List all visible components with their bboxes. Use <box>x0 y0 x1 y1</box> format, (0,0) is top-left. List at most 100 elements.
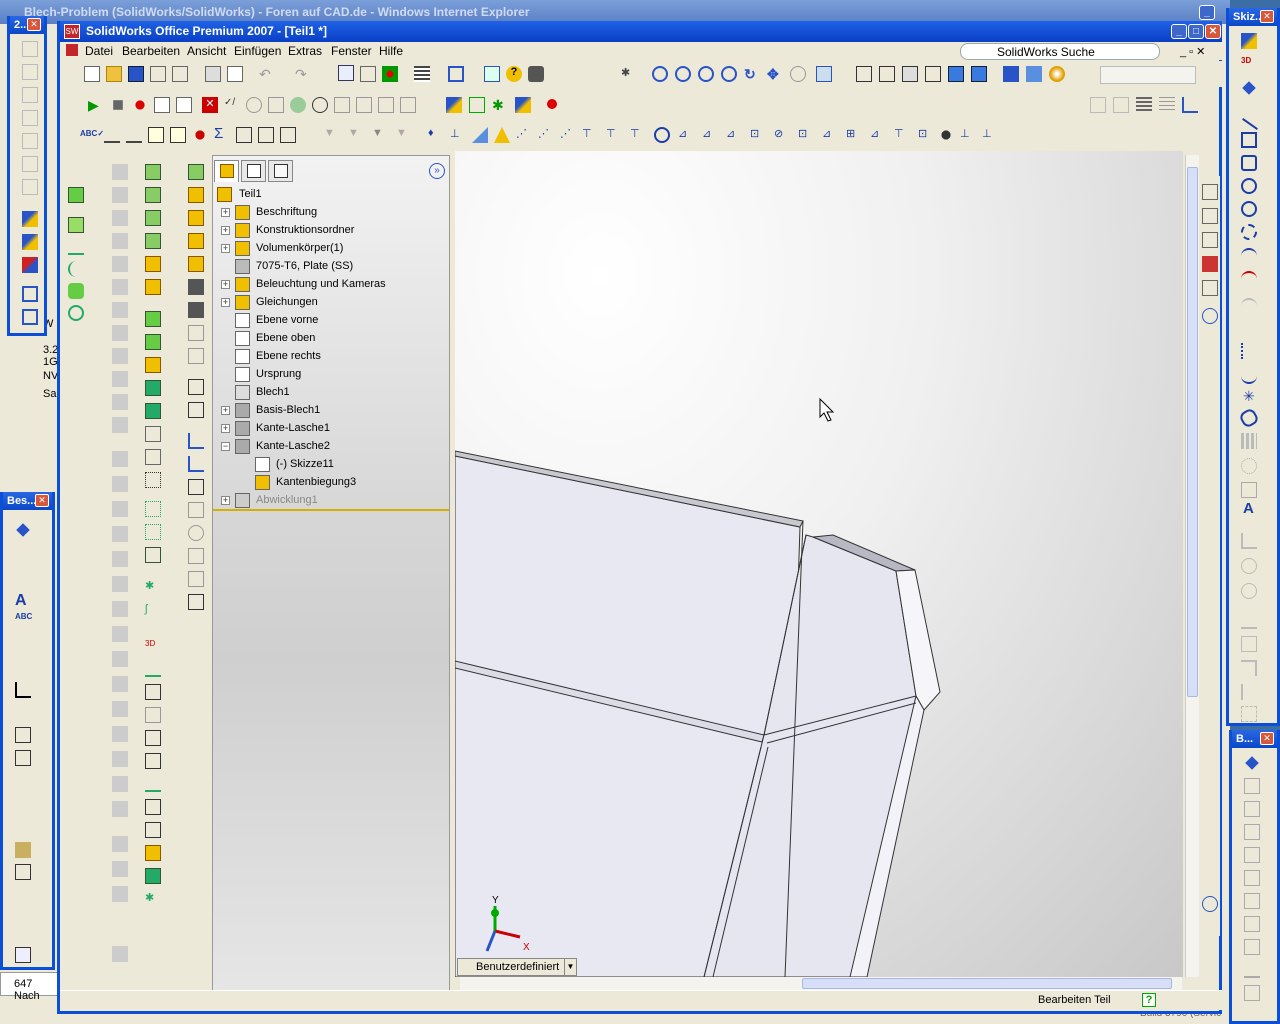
minimize-button[interactable]: _ <box>1171 24 1187 39</box>
record-icon[interactable] <box>132 97 148 113</box>
sketch-icon[interactable] <box>22 211 38 227</box>
pattern-icon[interactable] <box>1241 433 1257 449</box>
drawing-icon[interactable] <box>150 66 166 82</box>
feature-icon[interactable] <box>145 472 161 488</box>
hole-table-icon[interactable] <box>258 127 274 143</box>
horizontal-scroll-thumb[interactable] <box>802 978 1172 989</box>
ordinate-dim-icon[interactable] <box>126 127 142 143</box>
expand-icon[interactable]: + <box>221 280 230 289</box>
addin-icon[interactable] <box>356 97 372 113</box>
menu-einfuegen[interactable]: Einfügen <box>234 44 281 58</box>
sketch-icon[interactable] <box>22 234 38 250</box>
filter-icon[interactable]: ▼ <box>396 127 412 143</box>
sheet-metal-icon[interactable] <box>112 233 128 249</box>
sketch-icon[interactable] <box>446 97 462 113</box>
feature-icon[interactable] <box>188 187 204 203</box>
perimeter-circle-icon[interactable] <box>1241 201 1257 217</box>
rebuild-icon[interactable] <box>382 66 398 82</box>
macro-var-icon[interactable]: ✓/ <box>224 97 240 113</box>
filter-icon[interactable]: ⊥ <box>960 127 976 143</box>
tab-property-manager[interactable] <box>241 160 266 182</box>
hidden-lines-visible-icon[interactable] <box>879 66 895 82</box>
solidworks-search-input[interactable]: SolidWorks Suche <box>960 43 1160 60</box>
path-icon[interactable] <box>1244 916 1260 932</box>
reference-icon[interactable]: ✱ <box>145 579 161 595</box>
zoom-selection-icon[interactable] <box>721 66 737 82</box>
feature-icon[interactable] <box>145 799 161 815</box>
help-icon[interactable]: ? <box>506 66 522 82</box>
ellipse-icon[interactable] <box>1241 298 1257 314</box>
feature-icon[interactable] <box>188 479 204 495</box>
text-icon[interactable]: A <box>15 592 27 610</box>
filter-circle-icon[interactable] <box>654 127 670 143</box>
view-orientation-dropdown[interactable]: Benutzerdefiniert ▼ <box>457 958 577 976</box>
feature-icon[interactable] <box>188 256 204 272</box>
chevron-down-icon[interactable]: ▼ <box>564 959 576 975</box>
box-icon[interactable] <box>22 133 38 149</box>
stop-icon[interactable] <box>113 100 123 110</box>
feature-icon[interactable] <box>145 357 161 373</box>
tab-configuration-manager[interactable] <box>268 160 293 182</box>
sweep-icon[interactable] <box>68 239 84 255</box>
sheet-metal-icon[interactable] <box>112 676 128 692</box>
perspective-icon[interactable] <box>1026 66 1042 82</box>
addin-icon[interactable] <box>378 97 394 113</box>
shaded-icon[interactable] <box>948 66 964 82</box>
filter-origin-icon[interactable]: ⊤ <box>630 127 646 143</box>
feature-icon[interactable] <box>188 279 204 295</box>
filter-icon[interactable]: ⊡ <box>798 127 814 143</box>
realview-icon[interactable] <box>1049 66 1065 82</box>
table-icon[interactable] <box>236 127 252 143</box>
sheet-metal-icon[interactable] <box>112 501 128 517</box>
doc-window-controls[interactable]: _ ▫ ✕ <box>1180 45 1205 58</box>
properties-icon[interactable] <box>484 66 500 82</box>
filter-point-icon[interactable]: ⋰ <box>560 127 576 143</box>
ordinate-icon[interactable] <box>1244 893 1260 909</box>
filter-curve-icon[interactable]: ⋰ <box>538 127 554 143</box>
check-icon[interactable] <box>15 682 31 698</box>
filter-sketch-icon[interactable]: ⋰ <box>516 127 532 143</box>
filter-icon[interactable]: ⊞ <box>846 127 862 143</box>
expand-icon[interactable]: + <box>221 496 230 505</box>
tangent-arc-icon[interactable] <box>1241 248 1257 264</box>
datum-icon[interactable] <box>15 727 31 743</box>
feature-icon[interactable] <box>145 380 161 396</box>
chevron-right-icon[interactable]: » <box>429 163 445 179</box>
dimension-icon[interactable] <box>16 523 30 537</box>
sketch-icon[interactable] <box>1241 33 1257 49</box>
horizontal-dim-icon[interactable] <box>1244 870 1260 886</box>
filter-icon[interactable]: ⊤ <box>894 127 910 143</box>
chamfer-dim-icon[interactable] <box>1244 847 1260 863</box>
close-icon[interactable]: ✕ <box>27 18 41 31</box>
sheet-metal-icon[interactable] <box>112 751 128 767</box>
feature-icon[interactable] <box>145 684 161 700</box>
feature-icon[interactable] <box>188 348 204 364</box>
baseline-icon[interactable] <box>1244 962 1260 978</box>
feature-icon[interactable] <box>145 776 161 792</box>
filter-icon[interactable]: ⊿ <box>702 127 718 143</box>
relation-icon[interactable] <box>1241 558 1257 574</box>
camera-icon[interactable] <box>528 66 544 82</box>
close-button[interactable]: ✕ <box>1205 24 1221 39</box>
boundary-icon[interactable] <box>68 283 84 299</box>
filter-icon[interactable]: ⊿ <box>870 127 886 143</box>
relation-icon[interactable] <box>1241 533 1257 549</box>
sheet-metal-icon[interactable] <box>112 861 128 877</box>
dimension-baseline-icon[interactable] <box>1182 97 1198 113</box>
file-explorer-icon[interactable] <box>1202 232 1218 248</box>
filter-vertex-icon[interactable]: ♦ <box>428 127 444 143</box>
expand-icon[interactable]: + <box>221 208 230 217</box>
circular-pattern-icon[interactable] <box>1241 458 1257 474</box>
macro-icon[interactable] <box>154 97 170 113</box>
line-style-icon[interactable] <box>1113 97 1129 113</box>
sheet-metal-icon[interactable] <box>112 371 128 387</box>
filter-face-icon[interactable] <box>472 127 488 143</box>
sheet-metal-icon[interactable] <box>112 256 128 272</box>
close-macro-icon[interactable]: ✕ <box>202 97 218 113</box>
box-icon[interactable] <box>22 286 38 302</box>
sheet-metal-icon[interactable] <box>112 651 128 667</box>
sheet-metal-icon[interactable] <box>112 164 128 180</box>
vertical-dim-icon[interactable] <box>1244 824 1260 840</box>
box-icon[interactable] <box>22 41 38 57</box>
note-icon[interactable] <box>148 127 164 143</box>
